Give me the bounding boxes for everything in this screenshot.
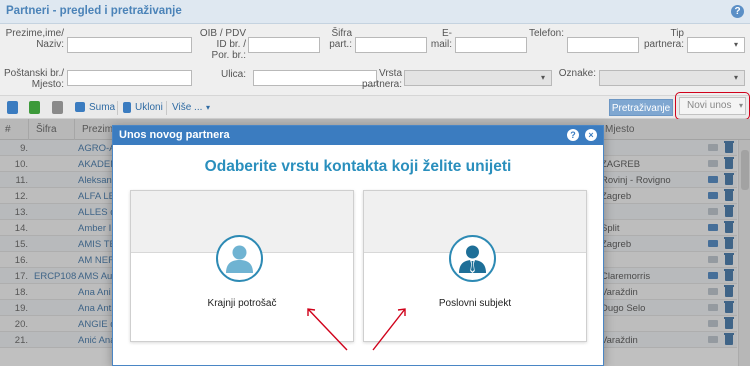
- kind-label: Vrsta partnera:: [361, 68, 402, 90]
- filter-form: Prezime,ime/ Naziv: OIB / PDV ID br. / P…: [0, 24, 750, 95]
- consumer-option-label: Krajnji potrošač: [207, 298, 277, 309]
- sum-button[interactable]: Suma: [89, 102, 115, 113]
- page-title: Partneri - pregled i pretraživanje: [6, 5, 182, 17]
- business-option-card[interactable]: Poslovni subjekt: [363, 190, 587, 342]
- page-titlebar: Partneri - pregled i pretraživanje ?: [0, 0, 750, 24]
- chevron-down-icon: ▾: [540, 73, 545, 82]
- phone-input[interactable]: [567, 37, 639, 53]
- more-button[interactable]: Više ...: [172, 102, 202, 113]
- trash-icon[interactable]: [123, 102, 131, 113]
- email-input[interactable]: [455, 37, 527, 53]
- chevron-down-icon: ▾: [733, 73, 738, 82]
- type-select[interactable]: ▾: [687, 37, 745, 53]
- oib-label: OIB / PDV ID br. / Por. br.:: [199, 28, 246, 61]
- print-icon[interactable]: [7, 101, 18, 114]
- name-label: Prezime,ime/ Naziv:: [5, 28, 64, 50]
- type-label: Tip partnera:: [643, 28, 684, 50]
- document-icon[interactable]: [52, 101, 63, 114]
- person-icon: [216, 235, 263, 282]
- annotation-highlight: [675, 92, 750, 120]
- excel-icon[interactable]: [29, 101, 40, 114]
- street-label: Ulica:: [220, 69, 246, 80]
- search-button[interactable]: Pretraživanje: [609, 99, 673, 116]
- postal-input[interactable]: [67, 70, 192, 86]
- new-partner-dialog: Unos novog partnera ? × Odaberite vrstu …: [112, 125, 604, 366]
- consumer-option-card[interactable]: Krajnji potrošač: [130, 190, 354, 342]
- dialog-heading: Odaberite vrstu kontakta koji želite uni…: [204, 158, 512, 175]
- email-label: E-mail:: [430, 28, 452, 50]
- businessman-icon: [449, 235, 496, 282]
- help-icon[interactable]: ?: [731, 5, 744, 18]
- tags-label: Oznake:: [558, 68, 596, 79]
- dialog-title: Unos novog partnera: [119, 129, 230, 141]
- remove-button[interactable]: Ukloni: [135, 102, 163, 113]
- sum-icon[interactable]: [75, 102, 85, 112]
- toolbar-divider: [166, 101, 167, 115]
- code-label: Šifra part.:: [329, 28, 352, 50]
- kind-select[interactable]: ▾: [404, 70, 552, 86]
- name-input[interactable]: [67, 37, 192, 53]
- oib-input[interactable]: [248, 37, 320, 53]
- help-icon[interactable]: ?: [567, 129, 579, 141]
- chevron-down-icon[interactable]: ▾: [206, 103, 210, 112]
- postal-label: Poštanski br./ Mjesto:: [3, 68, 64, 90]
- tags-select[interactable]: ▾: [599, 70, 745, 86]
- phone-label: Telefon:: [528, 28, 564, 39]
- dialog-header: Unos novog partnera ? ×: [113, 126, 603, 145]
- toolbar-divider: [117, 101, 118, 115]
- code-input[interactable]: [355, 37, 427, 53]
- close-icon[interactable]: ×: [585, 129, 597, 141]
- toolbar: Suma Ukloni Više ... ▾ Pretraživanje: [0, 95, 750, 119]
- business-option-label: Poslovni subjekt: [438, 298, 512, 309]
- chevron-down-icon: ▾: [733, 40, 738, 49]
